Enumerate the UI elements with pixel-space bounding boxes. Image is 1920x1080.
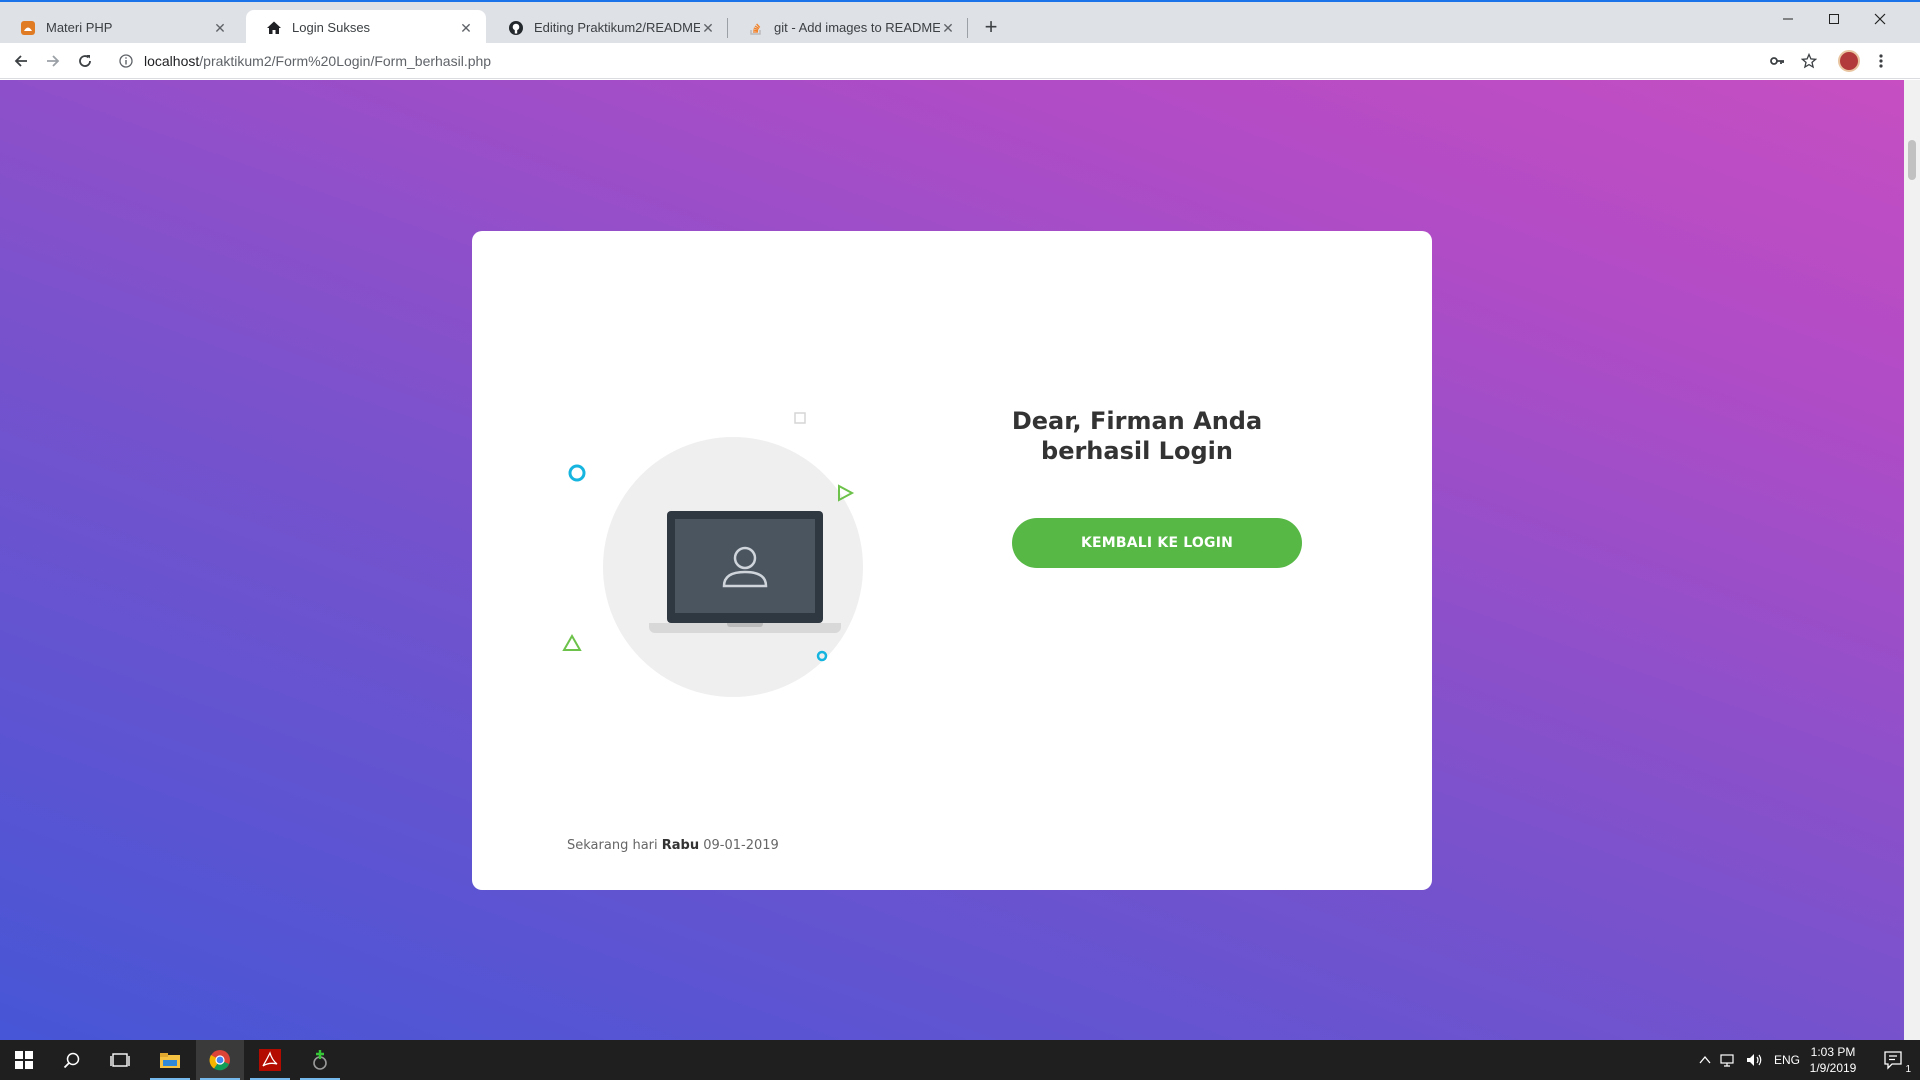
blogger-icon [20,20,36,36]
file-explorer-icon [160,1053,180,1068]
bookmark-star-button[interactable] [1796,48,1822,74]
file-explorer-taskbar-button[interactable] [146,1040,194,1080]
key-icon [1770,57,1784,65]
date-value: 09-01-2019 [703,838,779,853]
info-icon[interactable] [118,53,134,69]
circle-decoration-icon [568,464,586,482]
acrobat-icon [259,1049,281,1071]
laptop-notch [727,623,763,627]
stackoverflow-icon [748,20,764,36]
home-icon [266,20,282,36]
chrome-taskbar-button[interactable] [196,1040,244,1080]
taskbar-clock[interactable]: 1:03 PM 1/9/2019 [1798,1044,1868,1076]
close-tab-icon[interactable]: ✕ [458,20,474,36]
notification-icon [1884,1051,1902,1070]
windows-start-icon [15,1051,33,1069]
back-button[interactable] [8,48,34,74]
arrow-right-icon [47,55,60,67]
url-path: /praktikum2/Form%20Login/Form_berhasil.p… [199,53,492,69]
tab-title: git - Add images to README.md [774,20,940,35]
arrow-left-icon [14,55,27,67]
square-decoration-icon [794,412,806,424]
close-tab-icon[interactable]: ✕ [940,20,956,36]
day-name: Rabu [661,838,700,853]
minimize-button[interactable] [1765,4,1811,34]
chevron-up-icon[interactable] [1698,1053,1712,1067]
xampp-icon [313,1050,327,1070]
tab-title: Materi PHP [46,20,113,35]
password-key-button[interactable] [1764,48,1790,74]
back-to-login-button[interactable]: KEMBALI KE LOGIN [1012,518,1302,568]
search-button[interactable] [48,1040,96,1080]
github-icon [508,20,524,36]
task-view-button[interactable] [96,1040,144,1080]
url-host: localhost [144,53,200,69]
volume-icon[interactable] [1746,1053,1764,1067]
avatar [1838,50,1860,72]
date-prefix: Sekarang hari [567,838,658,853]
tab-separator [967,18,968,38]
windows-taskbar: ENG 1:03 PM 1/9/2019 1 [0,1040,1920,1080]
reload-button[interactable] [72,48,98,74]
tab-title: Login Sukses [292,20,371,35]
tab-login-sukses[interactable]: Login Sukses ✕ [246,10,486,45]
close-tab-icon[interactable]: ✕ [700,20,716,36]
address-bar[interactable]: localhost/praktikum2/Form%20Login/Form_b… [108,47,1908,75]
close-tab-icon[interactable]: ✕ [212,20,228,36]
language-indicator[interactable]: ENG [1774,1053,1800,1067]
tab-git-add-images[interactable]: git - Add images to README.md ✕ [728,10,968,45]
tab-title: Editing Praktikum2/README.md [534,20,700,35]
chrome-menu-button[interactable] [1868,48,1894,74]
user-icon [722,546,768,588]
system-tray: ENG [1698,1040,1800,1080]
forward-button[interactable] [40,48,66,74]
close-window-button[interactable] [1857,4,1903,34]
tab-editing-readme[interactable]: Editing Praktikum2/README.md ✕ [488,10,728,45]
vertical-scrollbar[interactable] [1904,80,1920,1040]
start-button[interactable] [0,1040,48,1080]
task-view-icon [110,1053,130,1067]
maximize-icon [1829,14,1839,24]
profile-avatar[interactable] [1836,48,1862,74]
login-success-card: Dear, Firman Anda berhasil Login KEMBALI… [472,231,1432,890]
laptop-screen-inner [675,519,815,613]
triangle-decoration-icon [562,633,582,651]
new-tab-button[interactable]: + [978,15,1004,41]
action-center-button[interactable]: 1 [1870,1040,1918,1080]
acrobat-taskbar-button[interactable] [246,1040,294,1080]
small-circle-decoration-icon [816,650,828,662]
laptop-screen [667,511,823,623]
play-triangle-decoration-icon [838,484,855,502]
tab-materi-php[interactable]: Materi PHP ✕ [0,10,240,45]
success-message-line1: Dear, Firman Anda [1011,407,1263,435]
page-background: Dear, Firman Anda berhasil Login KEMBALI… [0,80,1904,1040]
reload-icon [79,55,91,67]
success-message: Dear, Firman Anda berhasil Login [987,406,1287,466]
more-vertical-icon [1879,54,1883,68]
success-message-line2: berhasil Login [1041,437,1233,465]
star-icon [1801,53,1817,69]
close-icon [1874,13,1886,25]
maximize-button[interactable] [1811,4,1857,34]
chrome-icon [209,1050,230,1071]
current-date-text: Sekarang hari Rabu 09-01-2019 [567,838,779,853]
network-icon[interactable] [1720,1053,1738,1067]
scrollbar-thumb[interactable] [1908,140,1916,180]
xampp-taskbar-button[interactable] [296,1040,344,1080]
browser-toolbar: localhost/praktikum2/Form%20Login/Form_b… [0,43,1920,79]
clock-time: 1:03 PM [1810,1045,1856,1059]
laptop-illustration [649,511,841,633]
tab-strip: Materi PHP ✕ Login Sukses ✕ Editing Prak… [0,0,1920,45]
illustration [562,411,887,711]
minimize-icon [1783,18,1793,20]
search-icon [63,1052,80,1069]
url-text: localhost/praktikum2/Form%20Login/Form_b… [144,53,491,69]
notification-count: 1 [1905,1064,1911,1075]
clock-date: 1/9/2019 [1809,1061,1857,1075]
